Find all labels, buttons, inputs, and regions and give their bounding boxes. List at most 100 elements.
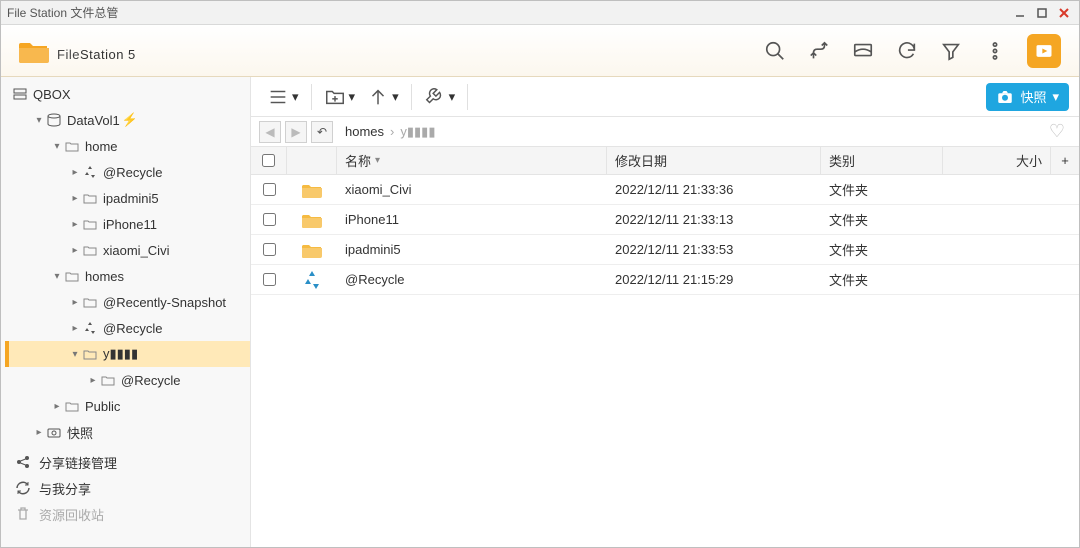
- col-add[interactable]: +: [1051, 147, 1079, 174]
- col-date[interactable]: 修改日期: [607, 147, 821, 174]
- tree-xiaomi[interactable]: ▸ xiaomi_Civi: [5, 237, 250, 263]
- row-checkbox[interactable]: [263, 183, 276, 196]
- row-name: xiaomi_Civi: [337, 175, 607, 204]
- row-size: [943, 205, 1079, 234]
- tree-home[interactable]: ▾ home: [5, 133, 250, 159]
- upload-button[interactable]: ▾: [361, 81, 405, 113]
- expand-icon[interactable]: ▸: [69, 245, 81, 256]
- nav-up-button[interactable]: ↶: [311, 121, 333, 143]
- breadcrumb-item[interactable]: homes: [345, 124, 384, 139]
- nav-back-button[interactable]: ◀: [259, 121, 281, 143]
- sidebar-recycle-bin[interactable]: 资源回收站: [5, 501, 250, 527]
- expand-icon[interactable]: ▸: [69, 323, 81, 334]
- recycle-icon: [81, 165, 99, 179]
- col-size[interactable]: 大小: [943, 147, 1051, 174]
- sidebar-shared-with-me[interactable]: 与我分享: [5, 475, 250, 501]
- folder-icon: [81, 191, 99, 205]
- folder-icon: [63, 399, 81, 413]
- tree-datavol[interactable]: ▾ DataVol1 ⚡: [5, 107, 250, 133]
- tree-snapshot[interactable]: ▸ 快照: [5, 419, 250, 445]
- col-icon: [287, 147, 337, 174]
- row-size: [943, 175, 1079, 204]
- row-size: [943, 265, 1079, 294]
- row-checkbox-cell: [251, 265, 287, 294]
- folder-icon: [63, 139, 81, 153]
- expand-icon[interactable]: ▸: [69, 193, 81, 204]
- expand-icon[interactable]: ▸: [69, 297, 81, 308]
- sidebar-share-link[interactable]: 分享链接管理: [5, 449, 250, 475]
- filter-icon[interactable]: [935, 35, 967, 67]
- tools-button[interactable]: ▾: [418, 81, 462, 113]
- folder-icon: [81, 243, 99, 257]
- tree-root-qbox[interactable]: QBOX: [5, 81, 250, 107]
- tree-homes-recycle[interactable]: ▸ @Recycle: [5, 315, 250, 341]
- expand-icon[interactable]: ▸: [69, 219, 81, 230]
- expand-icon[interactable]: ▸: [87, 375, 99, 386]
- app-logo: FileStation 5: [19, 35, 136, 66]
- sort-asc-icon: ▾: [375, 155, 380, 166]
- remote-icon[interactable]: [847, 35, 879, 67]
- tree-recent-snapshot[interactable]: ▸ @Recently-Snapshot: [5, 289, 250, 315]
- col-type[interactable]: 类别: [821, 147, 943, 174]
- expand-icon[interactable]: ▸: [51, 401, 63, 412]
- collapse-icon[interactable]: ▾: [69, 349, 81, 360]
- table-row[interactable]: xiaomi_Civi2022/12/11 21:33:36文件夹: [251, 175, 1079, 205]
- tree-home-recycle[interactable]: ▸ @Recycle: [5, 159, 250, 185]
- collapse-icon[interactable]: ▾: [51, 141, 63, 152]
- caret-down-icon: ▾: [292, 89, 299, 105]
- table-row[interactable]: @Recycle2022/12/11 21:15:29文件夹: [251, 265, 1079, 295]
- minimize-button[interactable]: [1011, 5, 1029, 21]
- more-icon[interactable]: [979, 35, 1011, 67]
- table-row[interactable]: ipadmini52022/12/11 21:33:53文件夹: [251, 235, 1079, 265]
- refresh-icon: [15, 480, 31, 496]
- row-checkbox[interactable]: [263, 273, 276, 286]
- table-row[interactable]: iPhone112022/12/11 21:33:13文件夹: [251, 205, 1079, 235]
- create-folder-button[interactable]: ▾: [318, 81, 362, 113]
- refresh-icon[interactable]: [891, 35, 923, 67]
- tree-user-recycle[interactable]: ▸ @Recycle: [5, 367, 250, 393]
- folder-icon: [81, 295, 99, 309]
- row-size: [943, 235, 1079, 264]
- expand-icon[interactable]: ▸: [33, 427, 45, 438]
- folder-icon: [99, 373, 117, 387]
- nav-forward-button[interactable]: ▶: [285, 121, 307, 143]
- collapse-icon[interactable]: ▾: [51, 271, 63, 282]
- folder-icon: [81, 347, 99, 361]
- collapse-icon[interactable]: ▾: [33, 115, 45, 126]
- select-all-checkbox[interactable]: [262, 154, 275, 167]
- row-checkbox-cell: [251, 235, 287, 264]
- column-header: 名称▾ 修改日期 类别 大小 +: [251, 147, 1079, 175]
- toolbar: ▾ ▾ ▾ ▾: [251, 77, 1079, 117]
- col-name[interactable]: 名称▾: [337, 147, 607, 174]
- media-viewer-button[interactable]: [1027, 34, 1061, 68]
- tree-user-folder[interactable]: ▾ y▮▮▮▮: [5, 341, 250, 367]
- tree-ipadmini5[interactable]: ▸ ipadmini5: [5, 185, 250, 211]
- expand-icon[interactable]: ▸: [69, 167, 81, 178]
- view-mode-button[interactable]: ▾: [261, 81, 305, 113]
- row-checkbox[interactable]: [263, 243, 276, 256]
- smart-filter-icon[interactable]: [803, 35, 835, 67]
- caret-down-icon: ▾: [1052, 89, 1059, 105]
- search-icon[interactable]: [759, 35, 791, 67]
- main-panel: ▾ ▾ ▾ ▾: [251, 77, 1079, 547]
- row-checkbox-cell: [251, 175, 287, 204]
- tree-homes[interactable]: ▾ homes: [5, 263, 250, 289]
- volume-icon: [45, 113, 63, 127]
- caret-down-icon: ▾: [392, 89, 399, 105]
- folder-tree: QBOX ▾ DataVol1 ⚡ ▾ home ▸ @Recycle: [5, 77, 250, 449]
- tree-iphone11[interactable]: ▸ iPhone11: [5, 211, 250, 237]
- favorite-icon[interactable]: ♡: [1049, 121, 1065, 142]
- close-button[interactable]: [1055, 5, 1073, 21]
- snapshot-button[interactable]: 快照 ▾: [986, 83, 1069, 111]
- folder-icon: [63, 269, 81, 283]
- row-checkbox[interactable]: [263, 213, 276, 226]
- chevron-right-icon: ›: [390, 124, 394, 139]
- breadcrumb-current: y▮▮▮▮: [400, 124, 435, 140]
- col-checkbox[interactable]: [251, 147, 287, 174]
- tree-public[interactable]: ▸ Public: [5, 393, 250, 419]
- share-icon: [15, 454, 31, 470]
- row-date: 2022/12/11 21:15:29: [607, 265, 821, 294]
- caret-down-icon: ▾: [349, 89, 356, 105]
- caret-down-icon: ▾: [449, 89, 456, 105]
- maximize-button[interactable]: [1033, 5, 1051, 21]
